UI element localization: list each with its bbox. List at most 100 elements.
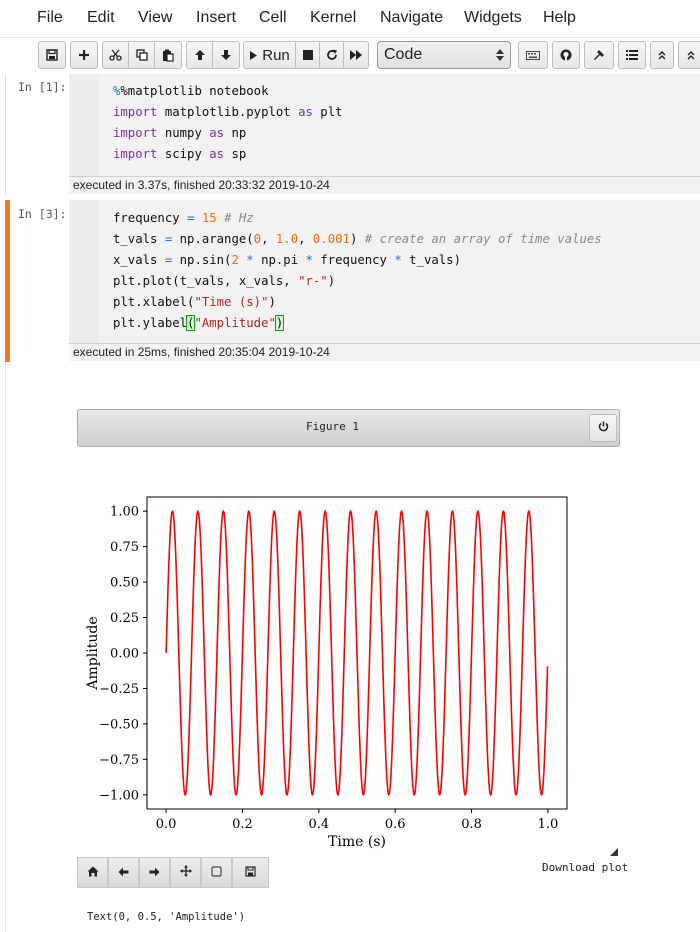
- y-tick-label: −0.75: [99, 753, 139, 768]
- cell-1-gutter: [69, 74, 99, 177]
- cell-output-text: Text(0, 0.5, 'Amplitude'): [87, 911, 246, 923]
- figure-canvas[interactable]: 0.0 0.2 0.4 0.6 0.8 1.0 1.00 0.75 0.50 0.25 0.00 −0…: [77, 478, 620, 853]
- copy-button[interactable]: [128, 41, 154, 69]
- cut-button[interactable]: [102, 41, 128, 69]
- run-button[interactable]: Run: [243, 41, 295, 69]
- insert-cell-button[interactable]: [70, 41, 98, 69]
- code-line: %%matplotlib notebook: [113, 84, 269, 98]
- move-up-button[interactable]: [186, 41, 212, 69]
- fast-forward-icon: [349, 50, 363, 60]
- back-button[interactable]: [108, 857, 139, 888]
- menu-cell[interactable]: Cell: [259, 9, 287, 27]
- y-tick-label: 0.75: [110, 540, 139, 555]
- plus-icon: [78, 49, 90, 61]
- code-line: import scipy as sp: [113, 147, 247, 161]
- save-icon: [46, 49, 58, 61]
- x-tick-label: 1.0: [538, 817, 559, 832]
- x-tick-label: 0.0: [156, 817, 177, 832]
- save-figure-icon: [245, 864, 256, 882]
- save-button[interactable]: [38, 41, 66, 69]
- cell-2-prompt: In [3]:: [18, 207, 67, 221]
- move-down-button[interactable]: [212, 41, 240, 69]
- collapse-all-button[interactable]: [678, 41, 700, 69]
- save-figure-button[interactable]: [232, 857, 269, 888]
- figure-title: Figure 1: [306, 420, 359, 433]
- cell-1-exec-info: executed in 3.37s, finished 20:33:32 201…: [69, 176, 700, 194]
- close-figure-button[interactable]: [589, 414, 617, 442]
- cell-type-select[interactable]: Code: [377, 41, 511, 69]
- output-rule: [5, 362, 6, 932]
- code-line: import matplotlib.pyplot as plt: [113, 105, 343, 119]
- paste-button[interactable]: [154, 41, 182, 69]
- menu-insert[interactable]: Insert: [196, 9, 236, 27]
- series-line-sine: [165, 509, 549, 797]
- cell-1-prompt: In [1]:: [18, 80, 67, 94]
- x-tick-label: 0.4: [308, 817, 329, 832]
- home-button[interactable]: [77, 857, 108, 888]
- play-icon: [249, 50, 258, 61]
- cell-2-exec-info: executed in 25ms, finished 20:35:04 2019…: [69, 343, 700, 361]
- code-line: plt.ylabel("Amplitude"): [113, 315, 285, 331]
- menu-file[interactable]: File: [37, 9, 63, 27]
- menu-widgets[interactable]: Widgets: [464, 9, 522, 27]
- x-axis-label: Time (s): [328, 834, 386, 850]
- zoom-rect-icon: [211, 864, 222, 882]
- run-label: Run: [262, 46, 290, 64]
- resize-grip-icon[interactable]: [610, 843, 618, 861]
- menu-navigate[interactable]: Navigate: [380, 9, 443, 27]
- github-icon: [560, 49, 572, 61]
- toc-button[interactable]: [618, 41, 646, 69]
- interrupt-button[interactable]: [295, 41, 319, 69]
- y-tick-label: −0.25: [99, 682, 139, 697]
- chevrons-up-icon: [658, 50, 666, 60]
- zoom-rect-button[interactable]: [201, 857, 232, 888]
- back-icon: [118, 864, 129, 882]
- y-tick-label: −0.50: [99, 717, 139, 732]
- x-tick-label: 0.6: [385, 817, 406, 832]
- restart-run-all-button[interactable]: [343, 41, 369, 69]
- wrench-icon: [593, 49, 605, 61]
- code-line: import numpy as np: [113, 126, 247, 140]
- keyboard-icon: [526, 50, 540, 60]
- menu-view[interactable]: View: [138, 9, 172, 27]
- y-tick-label: 0.25: [110, 611, 139, 626]
- paste-icon: [162, 49, 174, 62]
- menu-help[interactable]: Help: [543, 9, 576, 27]
- download-plot-link[interactable]: Download plot: [542, 861, 628, 874]
- y-tick-label: −1.00: [99, 788, 139, 803]
- menu-edit[interactable]: Edit: [87, 9, 115, 27]
- arrow-down-icon: [220, 49, 232, 61]
- forward-button[interactable]: [139, 857, 170, 888]
- command-palette-button[interactable]: [518, 41, 548, 69]
- x-tick-label: 0.2: [232, 817, 253, 832]
- y-axis-label: Amplitude: [85, 616, 101, 690]
- code-line: x_vals = np.sin(2 * np.pi * frequency * …: [113, 253, 461, 267]
- github-button[interactable]: [552, 41, 580, 69]
- cell-2-code[interactable]: frequency = 15 # Hz t_vals = np.arange(0,…: [113, 208, 602, 334]
- x-tick-label: 0.8: [461, 817, 482, 832]
- copy-icon: [135, 49, 148, 61]
- menubar: File Edit View Insert Cell Kernel Naviga…: [0, 0, 700, 36]
- chevrons-up-icon: [687, 50, 695, 60]
- list-icon: [626, 50, 638, 60]
- select-arrows-icon: [496, 48, 504, 67]
- menu-kernel[interactable]: Kernel: [310, 9, 356, 27]
- pan-icon: [179, 864, 192, 882]
- cell-type-value: Code: [384, 46, 423, 63]
- forward-icon: [149, 864, 160, 882]
- cell-1-code[interactable]: %%matplotlib notebook import matplotlib.p…: [113, 81, 343, 165]
- restart-icon: [326, 49, 338, 61]
- collapse-up-button[interactable]: [650, 41, 674, 69]
- code-line: frequency = 15 # Hz: [113, 211, 254, 225]
- cut-icon: [109, 49, 122, 61]
- pan-button[interactable]: [170, 857, 201, 888]
- toolbar: Run: [0, 38, 700, 72]
- power-icon: [598, 419, 609, 437]
- restart-button[interactable]: [319, 41, 343, 69]
- y-tick-label: 0.00: [110, 647, 139, 662]
- code-line: plt.plot(t_vals, x_vals, "r-"): [113, 274, 336, 288]
- home-icon: [87, 864, 99, 882]
- cell-2-gutter: [69, 200, 99, 344]
- figure-header: Figure 1: [77, 409, 620, 447]
- tools-button[interactable]: [584, 41, 614, 69]
